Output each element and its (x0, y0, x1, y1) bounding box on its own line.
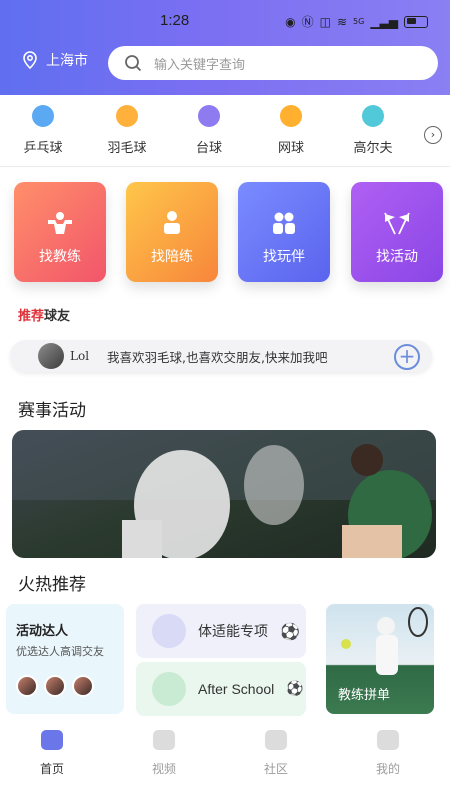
card-title: 活动达人 (16, 624, 69, 639)
status-bar: 1:28 ◉ Ⓝ ◫ ≋ 5G ▁▃▅ (0, 10, 450, 34)
home-icon (41, 730, 63, 750)
sport-item-golf[interactable]: 高尔夫 (338, 105, 408, 156)
activity-expert-card[interactable]: 活动达人 优选达人高调交友 (6, 604, 124, 714)
sport-item-billiards[interactable]: 台球 (174, 105, 244, 156)
tab-profile[interactable]: 我的 (358, 730, 418, 777)
add-friend-icon[interactable]: + (394, 344, 420, 370)
eye-icon: ◉ (285, 14, 296, 29)
friend-name: Lol (70, 349, 90, 363)
card-subtitle: 优选达人高调交友 (16, 645, 104, 658)
event-banner-illustration (12, 430, 436, 558)
recommend-title: 推荐球友 (18, 305, 70, 324)
wifi-icon: ≋ (336, 14, 348, 29)
tab-community[interactable]: 社区 (246, 730, 306, 777)
tab-label: 视频 (151, 762, 176, 776)
profile-icon (377, 730, 399, 750)
sport-item-badminton[interactable]: 羽毛球 (92, 105, 162, 156)
find-playmate-button[interactable]: 找玩伴 (238, 182, 330, 282)
partner-icon (164, 211, 180, 234)
silent-icon: ◫ (319, 14, 331, 29)
events-section-title: 赛事活动 (18, 401, 86, 421)
avatar (44, 675, 66, 697)
card-label: After School (198, 681, 275, 697)
billiards-icon (198, 105, 220, 127)
location-pin-icon (23, 51, 37, 69)
tab-label: 社区 (263, 762, 288, 776)
feature-label: 找陪练 (151, 249, 193, 265)
sport-item-table-tennis[interactable]: 乒乓球 (8, 105, 78, 156)
header-bar: 1:28 ◉ Ⓝ ◫ ≋ 5G ▁▃▅ 上海市 输入关键字查询 (0, 0, 450, 95)
flags-icon (384, 212, 410, 235)
avatar (72, 675, 94, 697)
find-activity-button[interactable]: 找活动 (351, 182, 443, 282)
find-coach-button[interactable]: 找教练 (14, 182, 106, 282)
network-label: 5G (353, 17, 365, 26)
sport-item-tennis[interactable]: 网球 (256, 105, 326, 156)
feature-label: 找教练 (39, 249, 81, 265)
search-input[interactable]: 输入关键字查询 (108, 46, 438, 80)
avatar (16, 675, 38, 697)
sport-label: 台球 (195, 141, 222, 156)
tab-video[interactable]: 视频 (134, 730, 194, 777)
soccer-ball-icon: ⚽ (280, 621, 300, 641)
sport-label: 网球 (277, 141, 304, 156)
sport-category-row: 乒乓球 羽毛球 台球 网球 高尔夫 (0, 95, 450, 167)
playmate-icon (273, 212, 295, 234)
nfc-icon: Ⓝ (301, 15, 314, 29)
recommend-title-red: 推荐 (18, 309, 45, 324)
search-placeholder: 输入关键字查询 (154, 57, 246, 73)
feature-label: 找玩伴 (263, 249, 305, 265)
friend-message: 我喜欢羽毛球,也喜欢交朋友,快来加我吧 (107, 349, 328, 365)
coach-icon (48, 212, 72, 234)
tennis-icon (280, 105, 302, 127)
golf-icon (362, 105, 384, 127)
coach-group-buy-card[interactable]: 教练拼单 (326, 604, 434, 714)
tab-label: 我的 (375, 762, 400, 776)
avatar (38, 343, 64, 369)
sport-label: 羽毛球 (107, 141, 147, 156)
sport-label: 高尔夫 (353, 141, 393, 156)
status-icons: ◉ Ⓝ ◫ ≋ 5G ▁▃▅ (285, 13, 428, 30)
video-icon (153, 730, 175, 750)
tab-home[interactable]: 首页 (22, 730, 82, 777)
cloud-icon (152, 672, 186, 706)
location-label: 上海市 (46, 53, 88, 69)
battery-icon (404, 15, 428, 28)
feature-label: 找活动 (376, 249, 418, 265)
card-label: 体适能专项 (198, 624, 268, 640)
badminton-icon (116, 105, 138, 127)
sport-label: 乒乓球 (23, 141, 63, 156)
bookmark-icon (152, 614, 186, 648)
community-icon (265, 730, 287, 750)
location-selector[interactable]: 上海市 (22, 50, 88, 70)
search-icon (125, 55, 142, 72)
status-time: 1:28 (160, 12, 190, 29)
hot-section-title: 火热推荐 (18, 575, 86, 595)
fitness-special-card[interactable]: 体适能专项 ⚽ (136, 604, 306, 658)
bottom-tab-bar: 首页 视频 社区 我的 (0, 722, 450, 800)
signal-icon: ▁▃▅ (370, 14, 398, 29)
table-tennis-icon (32, 105, 54, 127)
avatar-group (16, 675, 114, 697)
recommend-title-rest: 球友 (44, 309, 71, 324)
card-label: 教练拼单 (338, 688, 391, 703)
event-banner-image[interactable] (12, 430, 436, 558)
tab-label: 首页 (39, 762, 64, 776)
after-school-card[interactable]: After School ⚽ (136, 662, 306, 716)
soccer-player-icon: ⚽ (286, 681, 304, 697)
friend-recommendation-card[interactable]: Lol 我喜欢羽毛球,也喜欢交朋友,快来加我吧 + (10, 340, 432, 372)
find-partner-button[interactable]: 找陪练 (126, 182, 218, 282)
chevron-right-icon[interactable]: › (424, 126, 442, 144)
